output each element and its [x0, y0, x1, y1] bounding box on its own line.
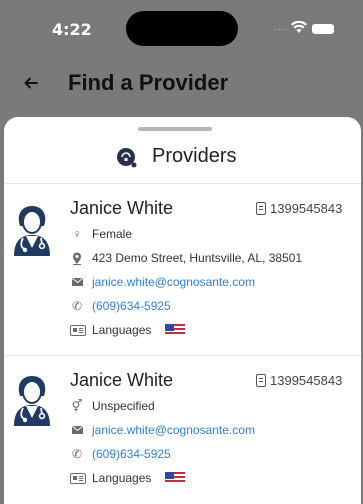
gender-value: Female: [92, 227, 133, 241]
gender-unspecified-icon: ⚥: [71, 399, 83, 413]
arrow-left-icon[interactable]: [22, 74, 40, 92]
sheet-header: Providers: [4, 143, 361, 173]
wifi-icon: [291, 21, 307, 33]
provider-name: Janice White: [70, 370, 174, 390]
providers-sheet: Providers Janice White 1399545843 ♀ Fema…: [4, 117, 361, 504]
id-card-icon: [256, 202, 266, 215]
languages-label: Languages: [92, 323, 152, 337]
npi-value: 1399545843: [270, 201, 343, 216]
phone-row[interactable]: ✆ (609)634-5925: [70, 445, 171, 463]
languages-row: Languages: [70, 469, 186, 487]
email-link[interactable]: janice.white@cognosante.com: [92, 423, 255, 437]
status-bar: 4:22 ....: [0, 0, 363, 58]
languages-row: Languages: [70, 321, 186, 339]
nav-bar: Find a Provider: [0, 58, 363, 110]
language-card-icon: [70, 472, 86, 484]
provider-card[interactable]: Janice White 1399545843 ⚥ Unspecified ja…: [4, 356, 361, 504]
mail-icon: [70, 275, 84, 289]
provider-name: Janice White: [70, 198, 174, 218]
email-row[interactable]: janice.white@cognosante.com: [70, 273, 255, 291]
dynamic-island: [126, 11, 238, 46]
email-row[interactable]: janice.white@cognosante.com: [70, 421, 255, 439]
mail-icon: [70, 423, 84, 437]
npi-number: 1399545843: [256, 201, 342, 216]
languages-label: Languages: [92, 471, 152, 485]
doctor-avatar-icon: [14, 206, 50, 256]
phone-icon: ✆: [71, 299, 83, 313]
female-icon: ♀: [72, 227, 82, 241]
phone-icon: ✆: [71, 447, 83, 461]
id-card-icon: [256, 374, 266, 387]
doctor-avatar-icon: [14, 376, 50, 426]
language-card-icon: [70, 324, 86, 336]
gender-value: Unspecified: [92, 399, 155, 413]
signal-icon: ....: [274, 22, 290, 33]
email-link[interactable]: janice.white@cognosante.com: [92, 275, 255, 289]
status-time: 4:22: [52, 20, 92, 39]
address-value: 423 Demo Street, Huntsville, AL, 38501: [92, 251, 303, 265]
gender-row: ⚥ Unspecified: [70, 397, 155, 415]
us-flag-icon: [165, 324, 186, 336]
sheet-title: Providers: [152, 145, 237, 167]
phone-row[interactable]: ✆ (609)634-5925: [70, 297, 171, 315]
location-pin-icon: [70, 251, 84, 265]
npi-number: 1399545843: [256, 373, 342, 388]
battery-icon: [312, 24, 334, 34]
page-title: Find a Provider: [68, 70, 229, 95]
gender-row: ♀ Female: [70, 225, 133, 243]
npi-value: 1399545843: [270, 373, 343, 388]
phone-link[interactable]: (609)634-5925: [92, 447, 171, 461]
us-flag-icon: [165, 472, 186, 484]
provider-card[interactable]: Janice White 1399545843 ♀ Female 423 Dem…: [4, 184, 361, 354]
providers-icon: [117, 148, 137, 168]
phone-link[interactable]: (609)634-5925: [92, 299, 171, 313]
sheet-drag-handle[interactable]: [138, 127, 212, 131]
address-row: 423 Demo Street, Huntsville, AL, 38501: [70, 249, 302, 267]
